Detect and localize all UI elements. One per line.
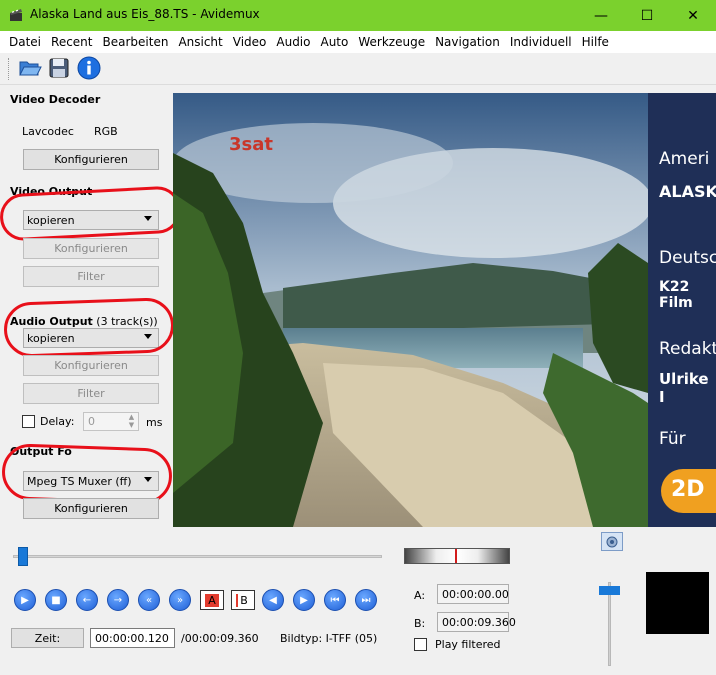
delay-value: 0: [88, 415, 95, 428]
credit-line: Ulrike I: [659, 370, 709, 406]
toolbar: [0, 53, 716, 85]
volume-handle[interactable]: [599, 586, 620, 596]
stop-icon: ■: [51, 594, 61, 606]
set-marker-a-button[interactable]: A: [200, 590, 224, 610]
broadcaster-logo: 2D: [661, 469, 716, 513]
credit-line: Redaktic: [659, 339, 716, 359]
credit-line: Deutsch: [659, 248, 716, 268]
play-filtered-label: Play filtered: [435, 638, 501, 651]
delay-checkbox[interactable]: [22, 415, 35, 428]
credit-line: Ameri: [659, 149, 710, 169]
jog-shuttle[interactable]: [404, 548, 510, 564]
seek-handle[interactable]: [17, 547, 28, 566]
info-icon[interactable]: [77, 56, 101, 80]
folder-open-icon[interactable]: [18, 57, 42, 79]
window-title: Alaska Land aus Eis_88.TS - Avidemux: [30, 7, 260, 21]
close-button[interactable]: ✕: [670, 0, 716, 31]
skip-forward-icon: ⏭: [361, 594, 371, 606]
thumbnail-preview: [646, 572, 709, 634]
menu-ansicht[interactable]: Ansicht: [178, 35, 222, 49]
a-time-value: 00:00:00.00: [442, 587, 509, 601]
menu-navigation[interactable]: Navigation: [435, 35, 500, 49]
next-keyframe-button[interactable]: ▶: [293, 589, 315, 611]
fast-forward-icon: »: [176, 594, 184, 606]
decoder-format-label: RGB: [94, 125, 118, 138]
rewind-icon: «: [145, 594, 153, 606]
rewind-button[interactable]: «: [138, 589, 160, 611]
total-time: /00:00:09.360: [181, 632, 259, 645]
arrow-right-icon: →: [113, 594, 123, 606]
video-filter-button[interactable]: Filter: [23, 266, 159, 287]
menu-bearbeiten[interactable]: Bearbeiten: [103, 35, 169, 49]
menu-werkzeuge[interactable]: Werkzeuge: [358, 35, 425, 49]
frame-type: Bildtyp: I-TFF (05): [280, 632, 378, 645]
minimize-button[interactable]: —: [578, 0, 624, 31]
play-button[interactable]: ▶: [14, 589, 36, 611]
previous-keyframe-icon: ◀: [269, 594, 277, 606]
next-keyframe-icon: ▶: [300, 594, 308, 606]
video-configure-button[interactable]: Konfigurieren: [23, 238, 159, 259]
time-button[interactable]: Zeit:: [11, 628, 84, 648]
delay-label: Delay:: [40, 415, 75, 428]
play-filtered-checkbox[interactable]: [414, 638, 427, 651]
menu-individuell[interactable]: Individuell: [510, 35, 572, 49]
previous-keyframe-button[interactable]: ◀: [262, 589, 284, 611]
red-annotation-output-format: [1, 443, 173, 505]
spin-arrows-icon[interactable]: ▲ ▼: [125, 413, 138, 430]
jog-indicator: [455, 549, 457, 563]
delay-unit: ms: [146, 416, 163, 429]
menu-hilfe[interactable]: Hilfe: [582, 35, 609, 49]
b-time-value: 00:00:09.360: [442, 615, 516, 629]
current-time-value: 00:00:00.120: [95, 631, 169, 645]
credit-line: Für: [659, 429, 686, 449]
app-icon: [9, 8, 23, 22]
go-to-start-button[interactable]: ⏮: [324, 589, 346, 611]
menu-datei[interactable]: Datei: [9, 35, 41, 49]
marker-b-label: B: [236, 593, 250, 607]
current-time-input[interactable]: 00:00:00.120: [90, 628, 175, 648]
credit-line: ALASKA: [659, 182, 716, 201]
next-frame-button[interactable]: →: [107, 589, 129, 611]
decoder-codec-label: Lavcodec: [22, 125, 74, 138]
b-time-field: 00:00:09.360: [437, 612, 516, 632]
menu-bar: Datei Recent Bearbeiten Ansicht Video Au…: [0, 31, 716, 53]
marker-a-label: A: [205, 593, 219, 607]
menu-recent[interactable]: Recent: [51, 35, 92, 49]
arrow-left-icon: ←: [82, 594, 92, 606]
menu-audio[interactable]: Audio: [276, 35, 310, 49]
toolbar-grip: [8, 58, 10, 80]
menu-auto[interactable]: Auto: [320, 35, 348, 49]
skip-back-icon: ⏮: [330, 594, 340, 606]
a-time-field: 00:00:00.00: [437, 584, 509, 604]
credit-line: K22 Film: [659, 279, 693, 311]
save-icon[interactable]: [48, 57, 70, 79]
red-annotation-audio-output: [3, 297, 175, 358]
channel-logo: 3sat: [229, 134, 273, 155]
video-preview: 3sat Ameri ALASKA Deutsch K22 Film Redak…: [173, 93, 716, 527]
previous-frame-button[interactable]: ←: [76, 589, 98, 611]
stop-button[interactable]: ■: [45, 589, 67, 611]
speaker-icon[interactable]: [601, 532, 623, 551]
set-marker-b-button[interactable]: B: [231, 590, 255, 610]
audio-configure-button[interactable]: Konfigurieren: [23, 355, 159, 376]
format-configure-button[interactable]: Konfigurieren: [23, 498, 159, 519]
menu-video[interactable]: Video: [233, 35, 267, 49]
b-label: B:: [414, 617, 426, 630]
go-to-end-button[interactable]: ⏭: [355, 589, 377, 611]
seek-track[interactable]: [13, 555, 382, 558]
fast-forward-button[interactable]: »: [169, 589, 191, 611]
audio-filter-button[interactable]: Filter: [23, 383, 159, 404]
maximize-button[interactable]: ☐: [624, 0, 670, 31]
video-decoder-title: Video Decoder: [10, 93, 101, 106]
decoder-configure-button[interactable]: Konfigurieren: [23, 149, 159, 170]
red-annotation-video-output: [0, 185, 183, 242]
a-label: A:: [414, 589, 426, 602]
play-icon: ▶: [21, 594, 29, 606]
